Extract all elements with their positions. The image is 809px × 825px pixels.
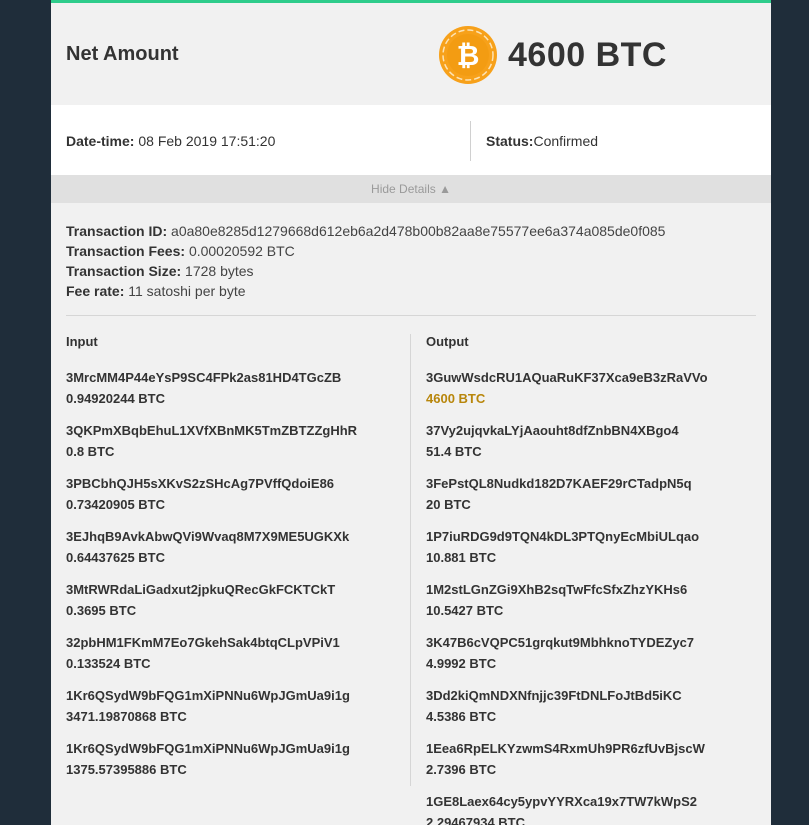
details-divider <box>66 315 756 316</box>
input-entry: 3EJhqB9AvkAbwQVi9Wvaq8M7X9ME5UGKXk 0.6443… <box>66 528 396 581</box>
transaction-card: Net Amount ₿ 4600 BTC Date-time: 08 Feb … <box>51 0 771 825</box>
output-header: Output <box>426 334 469 349</box>
output-column: Output 3GuwWsdcRU1AQuaRuKF37Xca9eB3zRaVV… <box>426 334 756 825</box>
net-amount-label: Net Amount <box>66 43 179 65</box>
transaction-id-value: a0a80e8285d1279668d612eb6a2d478b00b82aa8… <box>171 223 666 239</box>
datetime-value: 08 Feb 2019 17:51:20 <box>138 133 276 149</box>
transaction-size-value: 1728 bytes <box>185 263 254 279</box>
output-entry: 37Vy2ujqvkaLYjAaouht8dfZnbBN4XBgo4 51.4 B… <box>426 422 756 475</box>
output-address-link[interactable]: 3K47B6cVQPC51grqkut9MbhknoTYDEZyc7 <box>426 634 756 655</box>
detail-row: Transaction ID: a0a80e8285d1279668d612eb… <box>66 221 756 241</box>
hide-details-toggle[interactable]: Hide Details ▲ <box>51 175 771 203</box>
output-list: 3GuwWsdcRU1AQuaRuKF37Xca9eB3zRaVVo 4600 B… <box>426 369 756 825</box>
input-list: 3MrcMM4P44eYsP9SC4FPk2as81HD4TGcZB 0.9492… <box>66 369 396 793</box>
detail-label: Fee rate: <box>66 283 125 299</box>
output-entry: 1GE8Laex64cy5ypvYYRXca19x7TW7kWpS2 2.2946… <box>426 793 756 825</box>
output-amount: 4.5386 BTC <box>426 709 497 724</box>
output-entry: 3K47B6cVQPC51grqkut9MbhknoTYDEZyc7 4.9992… <box>426 634 756 687</box>
output-amount: 51.4 BTC <box>426 444 482 459</box>
status-value: Confirmed <box>533 133 599 149</box>
input-amount: 3471.19870868 BTC <box>66 709 187 724</box>
status-label: Status: <box>486 133 534 149</box>
output-address-link[interactable]: 3FePstQL8Nudkd182D7KAEF29rCTadpN5q <box>426 475 756 496</box>
input-address-link[interactable]: 3MrcMM4P44eYsP9SC4FPk2as81HD4TGcZB <box>66 369 396 390</box>
output-entry: 1Eea6RpELKYzwmS4RxmUh9PR6zfUvBjscW 2.7396… <box>426 740 756 793</box>
net-amount-value: 4600 BTC <box>508 36 667 74</box>
output-address-link[interactable]: 1GE8Laex64cy5ypvYYRXca19x7TW7kWpS2 <box>426 793 756 814</box>
input-entry: 3MtRWRdaLiGadxut2jpkuQRecGkFCKTCkT 0.3695… <box>66 581 396 634</box>
input-header: Input <box>66 334 98 349</box>
input-amount: 0.64437625 BTC <box>66 550 166 565</box>
input-amount: 1375.57395886 BTC <box>66 762 187 777</box>
output-amount: 10.5427 BTC <box>426 603 504 618</box>
input-entry: 32pbHM1FKmM7Eo7GkehSak4btqCLpVPiV1 0.1335… <box>66 634 396 687</box>
io-divider <box>410 334 411 786</box>
detail-label: Transaction ID: <box>66 223 168 239</box>
input-entry: 3QKPmXBqbEhuL1XVfXBnMK5TmZBTZZgHhR 0.8 BT… <box>66 422 396 475</box>
output-address-link[interactable]: 37Vy2ujqvkaLYjAaouht8dfZnbBN4XBgo4 <box>426 422 756 443</box>
output-entry: 1M2stLGnZGi9XhB2sqTwFfcSfxZhzYKHs6 10.542… <box>426 581 756 634</box>
output-address-link[interactable]: 3GuwWsdcRU1AQuaRuKF37Xca9eB3zRaVVo <box>426 369 756 390</box>
input-amount: 0.94920244 BTC <box>66 391 166 406</box>
bitcoin-icon: ₿ <box>439 26 497 84</box>
detail-label: Transaction Fees: <box>66 243 186 259</box>
net-amount-section: Net Amount ₿ 4600 BTC <box>51 3 771 105</box>
datetime-label: Date-time: <box>66 133 135 149</box>
input-column: Input 3MrcMM4P44eYsP9SC4FPk2as81HD4TGcZB… <box>66 334 396 793</box>
output-amount: 20 BTC <box>426 497 471 512</box>
input-amount: 0.3695 BTC <box>66 603 137 618</box>
output-amount: 4.9992 BTC <box>426 656 497 671</box>
input-address-link[interactable]: 3PBCbhQJH5sXKvS2zSHcAg7PVffQdoiE86 <box>66 475 396 496</box>
detail-row: Transaction Size: 1728 bytes <box>66 261 756 281</box>
output-amount: 10.881 BTC <box>426 550 497 565</box>
output-address-link[interactable]: 1Eea6RpELKYzwmS4RxmUh9PR6zfUvBjscW <box>426 740 756 761</box>
input-address-link[interactable]: 1Kr6QSydW9bFQG1mXiPNNu6WpJGmUa9i1g <box>66 740 396 761</box>
meta-divider <box>470 121 471 161</box>
detail-label: Transaction Size: <box>66 263 182 279</box>
output-address-link[interactable]: 1P7iuRDG9d9TQN4kDL3PTQnyEcMbiULqao <box>426 528 756 549</box>
input-address-link[interactable]: 3MtRWRdaLiGadxut2jpkuQRecGkFCKTCkT <box>66 581 396 602</box>
input-amount: 0.8 BTC <box>66 444 115 459</box>
output-address-link[interactable]: 3Dd2kiQmNDXNfnjjc39FtDNLFoJtBd5iKC <box>426 687 756 708</box>
input-entry: 3PBCbhQJH5sXKvS2zSHcAg7PVffQdoiE86 0.7342… <box>66 475 396 528</box>
output-entry: 3FePstQL8Nudkd182D7KAEF29rCTadpN5q 20 BTC <box>426 475 756 528</box>
input-address-link[interactable]: 32pbHM1FKmM7Eo7GkehSak4btqCLpVPiV1 <box>66 634 396 655</box>
input-address-link[interactable]: 3EJhqB9AvkAbwQVi9Wvaq8M7X9ME5UGKXk <box>66 528 396 549</box>
meta-section: Date-time: 08 Feb 2019 17:51:20 Status:C… <box>51 105 771 175</box>
datetime: Date-time: 08 Feb 2019 17:51:20 <box>66 133 275 149</box>
transaction-fees-value: 0.00020592 BTC <box>188 243 295 259</box>
status: Status:Confirmed <box>486 133 598 149</box>
output-entry: 3GuwWsdcRU1AQuaRuKF37Xca9eB3zRaVVo 4600 B… <box>426 369 756 422</box>
input-entry: 1Kr6QSydW9bFQG1mXiPNNu6WpJGmUa9i1g 3471.1… <box>66 687 396 740</box>
detail-row: Transaction Fees: 0.00020592 BTC <box>66 241 756 261</box>
output-amount: 4600 BTC <box>426 391 486 406</box>
input-address-link[interactable]: 1Kr6QSydW9bFQG1mXiPNNu6WpJGmUa9i1g <box>66 687 396 708</box>
input-address-link[interactable]: 3QKPmXBqbEhuL1XVfXBnMK5TmZBTZZgHhR <box>66 422 396 443</box>
svg-text:₿: ₿ <box>457 39 480 72</box>
output-entry: 1P7iuRDG9d9TQN4kDL3PTQnyEcMbiULqao 10.881… <box>426 528 756 581</box>
output-address-link[interactable]: 1M2stLGnZGi9XhB2sqTwFfcSfxZhzYKHs6 <box>426 581 756 602</box>
input-entry: 3MrcMM4P44eYsP9SC4FPk2as81HD4TGcZB 0.9492… <box>66 369 396 422</box>
input-amount: 0.73420905 BTC <box>66 497 166 512</box>
output-amount: 2.29467934 BTC <box>426 815 526 825</box>
transaction-details: Transaction ID: a0a80e8285d1279668d612eb… <box>51 203 771 301</box>
input-entry: 1Kr6QSydW9bFQG1mXiPNNu6WpJGmUa9i1g 1375.5… <box>66 740 396 793</box>
output-entry: 3Dd2kiQmNDXNfnjjc39FtDNLFoJtBd5iKC 4.5386… <box>426 687 756 740</box>
detail-row: Fee rate: 11 satoshi per byte <box>66 281 756 301</box>
output-amount: 2.7396 BTC <box>426 762 497 777</box>
fee-rate-value: 11 satoshi per byte <box>128 283 246 299</box>
input-amount: 0.133524 BTC <box>66 656 151 671</box>
